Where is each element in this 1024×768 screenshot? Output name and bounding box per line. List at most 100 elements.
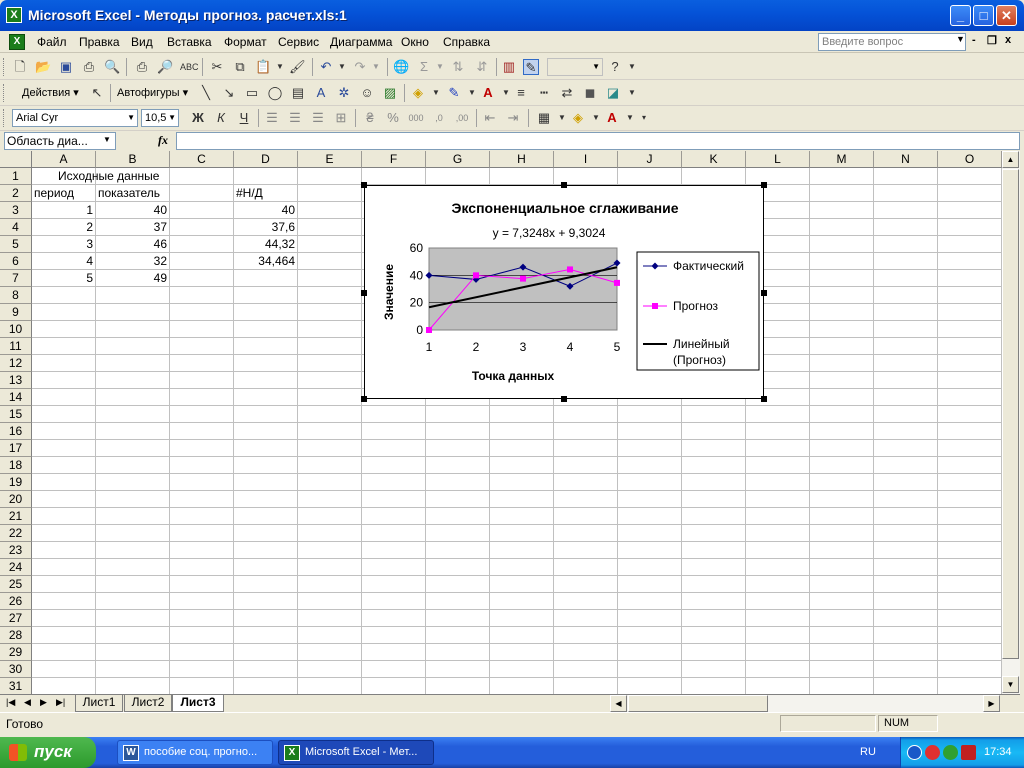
cell-a7[interactable]: 5: [32, 270, 96, 287]
arrow-style-icon[interactable]: ⇄: [559, 85, 575, 101]
close-button[interactable]: ✕: [996, 5, 1017, 26]
row-header[interactable]: 25: [0, 576, 32, 593]
x-axis-title[interactable]: Точка данных: [472, 369, 555, 383]
cell-a3[interactable]: 1: [32, 202, 96, 219]
column-header[interactable]: A: [32, 151, 96, 168]
sort-descending-icon[interactable]: ⇵: [474, 59, 490, 75]
antivirus-icon[interactable]: [925, 745, 940, 760]
row-header[interactable]: 9: [0, 304, 32, 321]
print-preview-icon[interactable]: 🔍: [104, 59, 120, 75]
workbook-icon[interactable]: X: [9, 34, 25, 50]
row-header[interactable]: 31: [0, 678, 32, 694]
menu-edit[interactable]: Правка: [79, 35, 120, 49]
workbook-close-button[interactable]: x: [1005, 34, 1011, 46]
select-pointer-icon[interactable]: ↖: [89, 85, 105, 101]
plot-area[interactable]: 0 20 40 60 1 2 3 4 5: [410, 241, 621, 354]
help-question-input[interactable]: Введите вопрос: [818, 33, 966, 51]
fill-color-icon[interactable]: ◈: [410, 85, 426, 101]
row-header[interactable]: 27: [0, 610, 32, 627]
last-sheet-icon[interactable]: ▶|: [56, 697, 65, 708]
chevron-down-icon[interactable]: ▼: [428, 85, 444, 101]
row-header[interactable]: 28: [0, 627, 32, 644]
zoom-combo[interactable]: ▼: [547, 58, 603, 76]
cell-a1[interactable]: Исходные данные: [32, 168, 182, 185]
toolbar-grip[interactable]: [3, 58, 6, 76]
arrow-icon[interactable]: ↘: [221, 85, 237, 101]
row-header[interactable]: 14: [0, 389, 32, 406]
merge-center-icon[interactable]: ⊞: [333, 110, 349, 126]
align-right-icon[interactable]: ☰: [310, 110, 326, 126]
row-header[interactable]: 26: [0, 593, 32, 610]
menu-help[interactable]: Справка: [443, 35, 490, 49]
row-header[interactable]: 29: [0, 644, 32, 661]
row-header[interactable]: 13: [0, 372, 32, 389]
line-color-icon[interactable]: ✎: [446, 85, 462, 101]
resize-handle[interactable]: [561, 182, 567, 188]
chevron-down-icon[interactable]: ▼: [956, 34, 965, 44]
select-all-corner[interactable]: [0, 151, 32, 168]
first-sheet-icon[interactable]: |◀: [6, 697, 15, 708]
chevron-down-icon[interactable]: ▼: [368, 59, 384, 75]
scroll-down-icon[interactable]: ▼: [1002, 676, 1019, 693]
next-sheet-icon[interactable]: ▶: [40, 697, 47, 708]
menu-format[interactable]: Формат: [224, 35, 267, 49]
scroll-thumb[interactable]: [628, 695, 768, 712]
spelling-icon[interactable]: ABC: [180, 59, 199, 75]
row-header[interactable]: 10: [0, 321, 32, 338]
y-axis-title[interactable]: Значение: [382, 264, 396, 320]
format-painter-icon[interactable]: 🖌: [289, 59, 306, 75]
cut-icon[interactable]: ✂: [209, 59, 225, 75]
font-size-combo[interactable]: 10,5 ▼: [141, 109, 179, 127]
maximize-button[interactable]: □: [973, 5, 994, 26]
borders-icon[interactable]: ▦: [536, 110, 552, 126]
decrease-decimal-icon[interactable]: ,00: [454, 110, 470, 126]
decrease-indent-icon[interactable]: ⇤: [482, 110, 498, 126]
new-document-icon[interactable]: 🗋: [12, 59, 28, 75]
wordart-icon[interactable]: A: [313, 85, 329, 101]
chevron-down-icon[interactable]: ▼: [103, 135, 111, 144]
column-header[interactable]: O: [938, 151, 1002, 168]
chevron-down-icon[interactable]: ▼: [498, 85, 514, 101]
sheet-tab[interactable]: Лист2: [124, 695, 172, 712]
scroll-thumb[interactable]: [1002, 169, 1019, 659]
align-left-icon[interactable]: ☰: [264, 110, 280, 126]
tray-expand-icon[interactable]: [907, 745, 922, 760]
line-style-icon[interactable]: ≡: [513, 85, 529, 101]
font-name-combo[interactable]: Arial Cyr ▼: [12, 109, 138, 127]
scroll-up-icon[interactable]: ▲: [1002, 151, 1019, 168]
print-icon[interactable]: ⎙: [134, 59, 150, 75]
column-header[interactable]: F: [362, 151, 426, 168]
row-header[interactable]: 8: [0, 287, 32, 304]
cell-d3[interactable]: 40: [234, 202, 298, 219]
fill-color-icon[interactable]: ◈: [570, 110, 586, 126]
chevron-down-icon[interactable]: ▼: [432, 59, 448, 75]
sort-ascending-icon[interactable]: ⇅: [450, 59, 466, 75]
drawing-toggle-icon[interactable]: ✎: [523, 59, 539, 75]
column-header[interactable]: G: [426, 151, 490, 168]
oval-icon[interactable]: ◯: [267, 85, 283, 101]
autosum-icon[interactable]: Σ: [416, 59, 432, 75]
italic-button[interactable]: К: [213, 110, 229, 126]
autoshapes-menu[interactable]: Автофигуры ▾: [117, 86, 188, 99]
thousands-icon[interactable]: 000: [408, 110, 424, 126]
column-header[interactable]: K: [682, 151, 746, 168]
permission-icon[interactable]: ⎙: [81, 59, 97, 75]
row-header[interactable]: 21: [0, 508, 32, 525]
chevron-down-icon[interactable]: ▼: [127, 110, 135, 126]
font-color-icon[interactable]: A: [604, 110, 620, 126]
font-color-icon[interactable]: A: [480, 85, 496, 101]
underline-button[interactable]: Ч: [236, 110, 252, 126]
toolbar-grip[interactable]: [3, 109, 6, 127]
column-header[interactable]: E: [298, 151, 362, 168]
cell-b3[interactable]: 40: [96, 202, 170, 219]
chart-area[interactable]: Экспоненциальное сглаживание y = 7,3248x…: [364, 185, 764, 399]
row-header[interactable]: 6: [0, 253, 32, 270]
row-header[interactable]: 7: [0, 270, 32, 287]
row-header[interactable]: 22: [0, 525, 32, 542]
hyperlink-icon[interactable]: 🌐: [393, 59, 409, 75]
menu-file[interactable]: Файл: [37, 35, 67, 49]
currency-icon[interactable]: ₴: [362, 110, 378, 126]
toolbar-grip[interactable]: [3, 84, 6, 102]
resize-handle[interactable]: [361, 182, 367, 188]
column-header[interactable]: N: [874, 151, 938, 168]
